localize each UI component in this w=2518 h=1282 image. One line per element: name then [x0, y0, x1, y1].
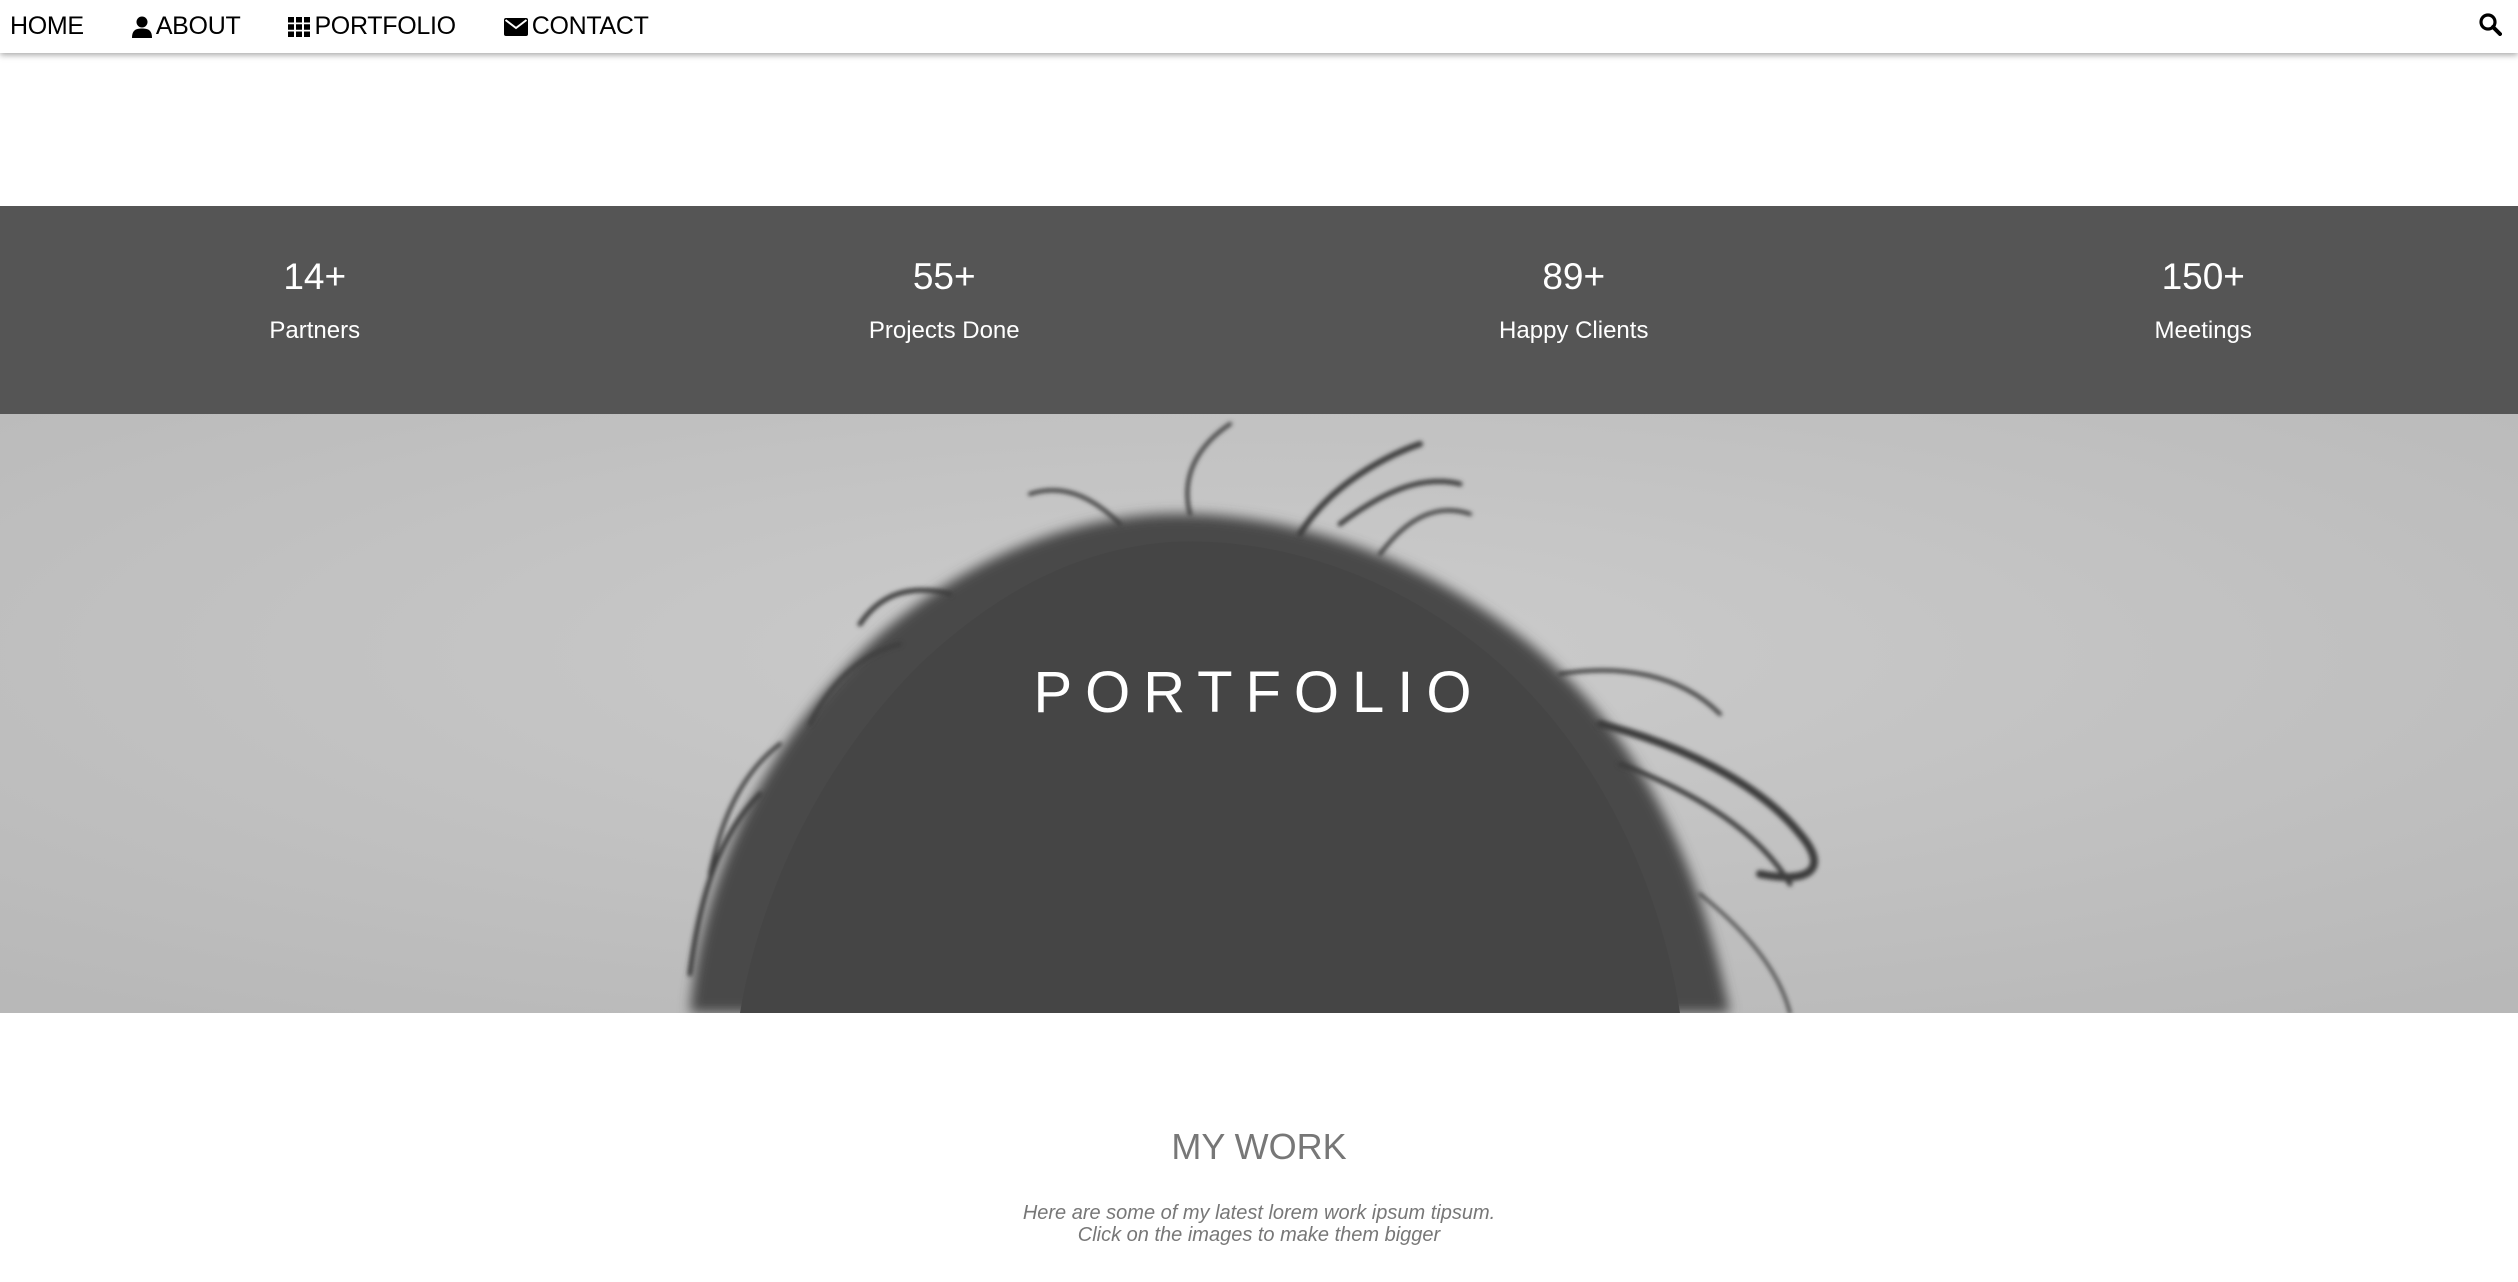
- stat-partners: 14+ Partners: [0, 206, 630, 414]
- stat-value: 55+: [912, 256, 976, 297]
- stat-projects-done: 55+ Projects Done: [630, 206, 1260, 414]
- portfolio-hero: PORTFOLIO: [0, 414, 2518, 1013]
- nav-item-about-label: ABOUT: [155, 12, 241, 40]
- search-button[interactable]: [2478, 0, 2502, 53]
- section-description: Here are some of my latest lorem work ip…: [0, 1202, 2518, 1246]
- search-icon: [2478, 12, 2502, 41]
- nav-links: HOME ABOUT PORTFOLIO CONTACT: [0, 0, 673, 53]
- envelope-icon: [503, 17, 528, 36]
- hero-title: PORTFOLIO: [1033, 660, 1485, 725]
- stat-label: Partners: [269, 317, 361, 344]
- nav-item-portfolio[interactable]: PORTFOLIO: [264, 0, 479, 53]
- nav-item-portfolio-label: PORTFOLIO: [314, 12, 456, 40]
- stat-label: Projects Done: [868, 317, 1020, 344]
- stats-band: 14+ Partners 55+ Projects Done 89+ Happy…: [0, 206, 2518, 414]
- stat-meetings: 150+ Meetings: [1889, 206, 2518, 414]
- nav-item-about[interactable]: ABOUT: [108, 0, 265, 53]
- stat-value: 14+: [283, 256, 347, 297]
- section-description-line-2: Click on the images to make them bigger: [1077, 1224, 1441, 1246]
- stat-happy-clients: 89+ Happy Clients: [1259, 206, 1889, 414]
- section-description-line-1: Here are some of my latest lorem work ip…: [1022, 1202, 1496, 1224]
- user-icon: [131, 16, 152, 38]
- stat-value: 89+: [1542, 256, 1606, 297]
- stat-label: Happy Clients: [1499, 317, 1649, 344]
- stat-label: Meetings: [2154, 317, 2252, 344]
- nav-item-home[interactable]: HOME: [0, 0, 108, 53]
- nav-item-home-label: HOME: [10, 12, 84, 40]
- stat-value: 150+: [2161, 256, 2245, 297]
- nav-item-contact-label: CONTACT: [531, 12, 649, 40]
- nav-item-contact[interactable]: CONTACT: [480, 0, 673, 53]
- top-navbar: HOME ABOUT PORTFOLIO CONTACT: [0, 0, 2518, 53]
- section-title: MY WORK: [1171, 1126, 1347, 1167]
- grid-icon: [288, 16, 311, 37]
